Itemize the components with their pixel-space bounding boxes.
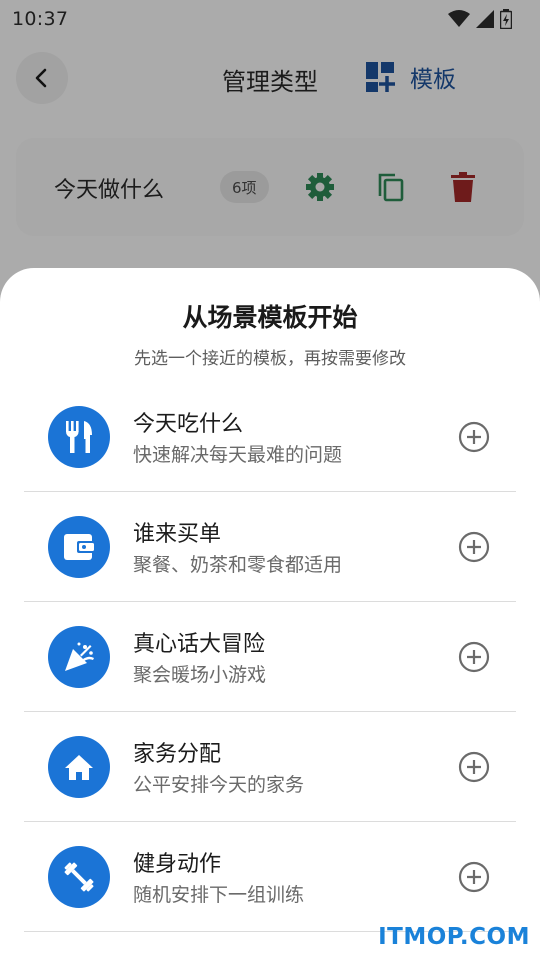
item-icon-circle	[48, 516, 110, 578]
status-time: 10:37	[12, 8, 69, 30]
sheet-title: 从场景模板开始	[182, 303, 358, 332]
item-title: 今天吃什么	[133, 412, 244, 437]
app-bar: 管理类型 模板	[0, 48, 540, 110]
battery-icon	[500, 9, 512, 29]
template-item-bill[interactable]: 谁来买单 聚餐、奶茶和零食都适用	[24, 492, 516, 602]
add-circle-icon[interactable]	[458, 421, 490, 453]
type-name: 今天做什么	[54, 178, 165, 203]
dashboard-add-icon	[366, 62, 395, 92]
item-icon-circle	[48, 626, 110, 688]
status-bar: 10:37	[0, 0, 540, 38]
settings-button[interactable]	[304, 171, 336, 203]
signal-icon	[476, 10, 494, 28]
gear-icon	[306, 173, 334, 201]
add-circle-icon[interactable]	[458, 641, 490, 673]
template-item-fitness[interactable]: 健身动作 随机安排下一组训练	[24, 822, 516, 932]
template-item-truth-or-dare[interactable]: 真心话大冒险 聚会暖场小游戏	[24, 602, 516, 712]
utensils-icon	[66, 421, 92, 453]
dumbbell-icon	[64, 862, 94, 892]
copy-icon	[378, 173, 404, 202]
add-circle-icon[interactable]	[458, 861, 490, 893]
home-icon	[65, 755, 93, 780]
item-icon-circle	[48, 406, 110, 468]
item-title: 家务分配	[133, 742, 222, 767]
item-title: 健身动作	[133, 852, 222, 877]
item-icon-circle	[48, 846, 110, 908]
wifi-icon	[448, 10, 470, 27]
item-title: 谁来买单	[133, 522, 222, 547]
template-label: 模板	[410, 67, 456, 93]
add-circle-icon[interactable]	[458, 531, 490, 563]
trash-icon	[451, 172, 475, 202]
template-list: 今天吃什么 快速解决每天最难的问题 谁来买单 聚餐、奶茶和零食都适用 真心话大冒…	[24, 382, 516, 932]
item-desc: 快速解决每天最难的问题	[133, 444, 343, 466]
wallet-icon	[64, 534, 94, 560]
add-circle-icon[interactable]	[458, 751, 490, 783]
watermark: ITMOP.COM	[378, 924, 530, 950]
item-desc: 聚餐、奶茶和零食都适用	[133, 554, 343, 576]
status-icons	[448, 9, 512, 29]
count-badge: 6项	[220, 171, 269, 203]
party-popper-icon	[65, 642, 94, 671]
sheet-subtitle: 先选一个接近的模板，再按需要修改	[134, 349, 406, 369]
template-sheet: 从场景模板开始 先选一个接近的模板，再按需要修改 今天吃什么 快速解决每天最难的…	[0, 268, 540, 960]
item-desc: 随机安排下一组训练	[133, 884, 305, 906]
item-desc: 公平安排今天的家务	[133, 774, 305, 796]
item-title: 真心话大冒险	[133, 632, 266, 657]
page-title: 管理类型	[222, 68, 318, 96]
type-card[interactable]: 今天做什么 6项	[16, 138, 524, 236]
copy-button[interactable]	[375, 171, 407, 203]
delete-button[interactable]	[447, 171, 479, 203]
item-icon-circle	[48, 736, 110, 798]
template-item-chores[interactable]: 家务分配 公平安排今天的家务	[24, 712, 516, 822]
template-item-food[interactable]: 今天吃什么 快速解决每天最难的问题	[24, 382, 516, 492]
item-desc: 聚会暖场小游戏	[133, 664, 267, 686]
template-button[interactable]: 模板	[366, 60, 456, 94]
